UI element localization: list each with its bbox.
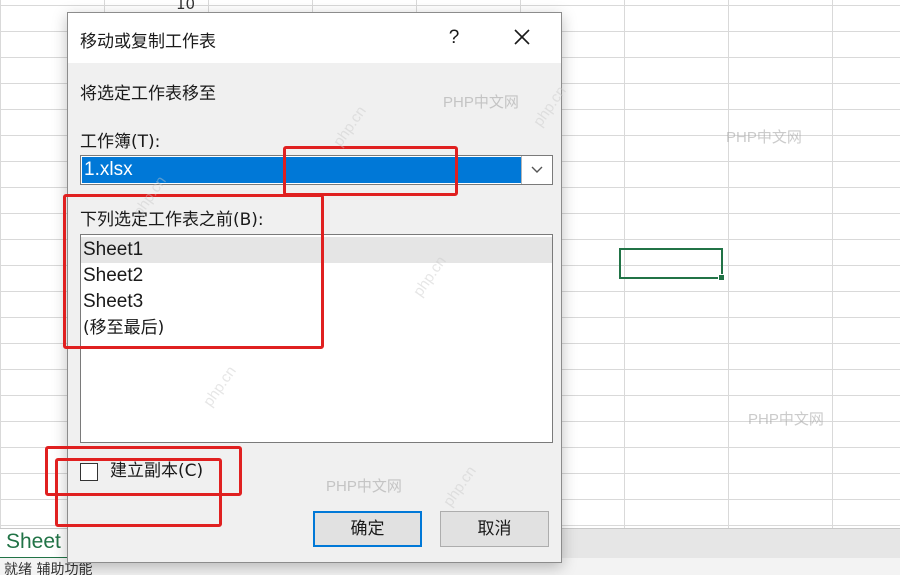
- workbook-label: 工作簿(T):: [80, 132, 161, 152]
- move-instruction: 将选定工作表移至: [80, 84, 216, 104]
- watermark: PHP中文网: [326, 478, 402, 495]
- annotation-box-sheet-list: [63, 194, 324, 349]
- chevron-down-icon: [531, 166, 543, 173]
- cancel-button[interactable]: 取消: [440, 511, 549, 547]
- workbook-dropdown-arrow[interactable]: [521, 156, 552, 184]
- sheet-tab[interactable]: Sheet: [0, 529, 67, 559]
- close-button[interactable]: [504, 23, 540, 53]
- annotation-box-copy-option-lower: [55, 458, 222, 527]
- dialog-title: 移动或复制工作表: [80, 32, 216, 52]
- ok-button[interactable]: 确定: [313, 511, 422, 547]
- active-cell[interactable]: [619, 248, 725, 281]
- watermark: PHP中文网: [748, 411, 824, 428]
- close-icon: [514, 29, 530, 45]
- watermark: PHP中文网: [443, 94, 519, 111]
- dialog-titlebar: 移动或复制工作表 ?: [68, 13, 561, 63]
- watermark: PHP中文网: [726, 129, 802, 146]
- annotation-box-workbook: [283, 146, 458, 196]
- excel-window: 10 Sheet 就绪 辅助功能 移动或复制工作表 ? 将选定工作表移至 工作簿…: [0, 0, 900, 575]
- help-button[interactable]: ?: [440, 23, 468, 53]
